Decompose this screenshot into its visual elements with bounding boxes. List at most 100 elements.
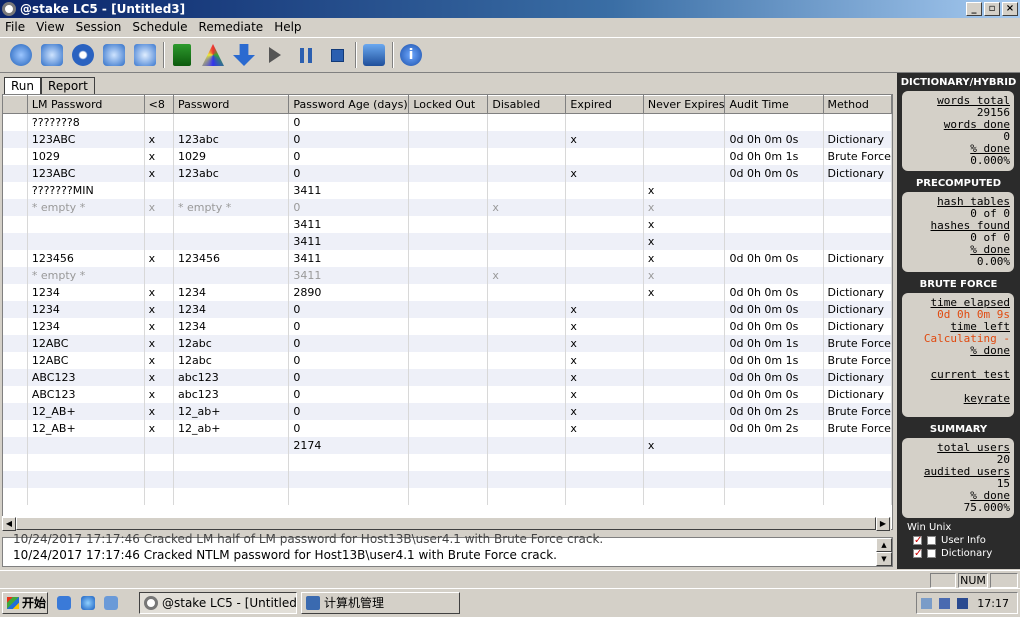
menu-help[interactable]: Help xyxy=(269,20,307,34)
table-cell xyxy=(823,436,892,454)
scroll-down-icon[interactable]: ▼ xyxy=(876,552,892,566)
internet-explorer-icon[interactable] xyxy=(81,596,95,610)
scroll-thumb[interactable] xyxy=(16,517,876,530)
table-cell xyxy=(3,232,28,250)
table-row[interactable]: 1234 x 1234 2890 x 0d 0h 0m 0s Dictionary xyxy=(3,283,892,301)
table-row[interactable]: 2174 x xyxy=(3,436,892,454)
table-row[interactable]: ABC123 x abc123 0 x 0d 0h 0m 0s Dictionary xyxy=(3,368,892,386)
tab-report[interactable]: Report xyxy=(41,77,95,94)
column-header[interactable]: Locked Out xyxy=(408,95,489,114)
checkbox-icon[interactable] xyxy=(927,536,936,545)
table-row[interactable] xyxy=(3,453,892,471)
table-row[interactable]: 12ABC x 12abc 0 x 0d 0h 0m 1s Brute Force xyxy=(3,334,892,352)
column-header[interactable]: Password Age (days) xyxy=(288,95,410,114)
language-icon[interactable] xyxy=(957,598,968,609)
restore-button[interactable]: ▫ xyxy=(984,2,1000,16)
task-lc5[interactable]: @stake LC5 - [Untitled3] xyxy=(139,592,297,614)
menu-schedule[interactable]: Schedule xyxy=(127,20,193,34)
table-row[interactable]: * empty * x * empty * 0 x x xyxy=(3,198,892,216)
explorer-icon[interactable] xyxy=(104,596,118,610)
table-cell xyxy=(823,266,892,284)
task-computer-management[interactable]: 计算机管理 xyxy=(301,592,460,614)
table-row[interactable]: 123456 x 123456 3411 x 0d 0h 0m 0s Dictionary xyxy=(3,249,892,267)
log-scrollbar[interactable]: ▲ ▼ xyxy=(876,538,892,566)
table-cell xyxy=(173,215,290,233)
table-row[interactable] xyxy=(3,470,892,488)
table-cell xyxy=(487,385,567,403)
audited-users-label: audited users xyxy=(923,465,1010,478)
column-header[interactable]: LM Password xyxy=(27,95,145,114)
import-button[interactable] xyxy=(130,40,160,70)
column-header[interactable]: Never Expires xyxy=(643,95,726,114)
display-icon[interactable] xyxy=(939,598,950,609)
table-row[interactable]: 123ABC x 123abc 0 x 0d 0h 0m 0s Dictionary xyxy=(3,164,892,182)
table-row[interactable]: 12ABC x 12abc 0 x 0d 0h 0m 1s Brute Force xyxy=(3,351,892,369)
table-row[interactable]: ABC123 x abc123 0 x 0d 0h 0m 0s Dictionary xyxy=(3,385,892,403)
table-row[interactable] xyxy=(3,487,892,505)
option-user-info[interactable]: User Info xyxy=(897,534,1020,547)
start-button[interactable]: 开始 xyxy=(2,592,48,614)
download-button[interactable] xyxy=(229,40,259,70)
table-cell xyxy=(487,232,567,250)
column-header[interactable]: Password xyxy=(173,95,290,114)
table-row[interactable]: 12_AB+ x 12_ab+ 0 x 0d 0h 0m 2s Brute Force xyxy=(3,419,892,437)
network-icon[interactable] xyxy=(921,598,932,609)
column-header[interactable]: Expired xyxy=(565,95,644,114)
about-button[interactable]: i xyxy=(396,40,426,70)
table-cell xyxy=(823,487,892,505)
checkbox-icon[interactable] xyxy=(913,547,922,560)
results-grid[interactable]: LM Password <8 Password Password Age (days)… xyxy=(2,94,893,530)
table-cell xyxy=(173,487,290,505)
table-row[interactable]: * empty * 3411 x x xyxy=(3,266,892,284)
table-row[interactable]: 3411 x xyxy=(3,215,892,233)
table-cell xyxy=(144,232,174,250)
horizontal-scrollbar[interactable]: ◀ ▶ xyxy=(2,516,891,531)
options-button[interactable] xyxy=(198,40,228,70)
option-dictionary[interactable]: Dictionary xyxy=(897,547,1020,560)
column-header[interactable] xyxy=(3,95,28,114)
checkbox-icon[interactable] xyxy=(913,534,922,547)
table-row[interactable]: ???????MIN 3411 x xyxy=(3,181,892,199)
checkbox-icon[interactable] xyxy=(927,549,936,558)
scroll-left-icon[interactable]: ◀ xyxy=(2,517,16,531)
column-header[interactable]: Disabled xyxy=(487,95,567,114)
pause-button[interactable] xyxy=(291,40,321,70)
table-row[interactable]: 3411 x xyxy=(3,232,892,250)
scroll-right-icon[interactable]: ▶ xyxy=(876,517,890,531)
table-row[interactable]: 1234 x 1234 0 x 0d 0h 0m 0s Dictionary xyxy=(3,300,892,318)
table-row[interactable]: ???????8 0 xyxy=(3,113,892,131)
table-cell xyxy=(3,249,28,267)
column-header[interactable]: Audit Time xyxy=(724,95,824,114)
table-cell xyxy=(643,419,726,437)
table-cell: x xyxy=(565,419,644,437)
close-button[interactable]: × xyxy=(1002,2,1018,16)
table-cell: x xyxy=(487,198,567,216)
table-cell: * empty * xyxy=(173,198,290,216)
menu-session[interactable]: Session xyxy=(71,20,128,34)
stop-button[interactable] xyxy=(322,40,352,70)
open-session-button[interactable] xyxy=(37,40,67,70)
schedule-button[interactable] xyxy=(359,40,389,70)
tab-run[interactable]: Run xyxy=(4,77,42,94)
new-session-button[interactable] xyxy=(6,40,36,70)
table-cell xyxy=(643,453,726,471)
menu-file[interactable]: File xyxy=(0,20,31,34)
table-row[interactable]: 1234 x 1234 0 x 0d 0h 0m 0s Dictionary xyxy=(3,317,892,335)
scroll-up-icon[interactable]: ▲ xyxy=(876,538,892,552)
menu-remediate[interactable]: Remediate xyxy=(194,20,270,34)
table-cell xyxy=(408,164,489,182)
table-row[interactable]: 123ABC x 123abc 0 x 0d 0h 0m 0s Dictionary xyxy=(3,130,892,148)
menu-view[interactable]: View xyxy=(31,20,70,34)
close-session-button[interactable] xyxy=(68,40,98,70)
column-header[interactable]: Method xyxy=(823,95,892,114)
start-button[interactable] xyxy=(260,40,290,70)
wizard-button[interactable] xyxy=(167,40,197,70)
table-cell: x xyxy=(643,232,726,250)
table-cell: 0 xyxy=(288,334,410,352)
show-desktop-icon[interactable] xyxy=(57,596,71,610)
column-header[interactable]: <8 xyxy=(144,95,174,114)
minimize-button[interactable]: _ xyxy=(966,2,982,16)
table-row[interactable]: 12_AB+ x 12_ab+ 0 x 0d 0h 0m 2s Brute Force xyxy=(3,402,892,420)
save-session-button[interactable] xyxy=(99,40,129,70)
table-row[interactable]: 1029 x 1029 0 0d 0h 0m 1s Brute Force xyxy=(3,147,892,165)
